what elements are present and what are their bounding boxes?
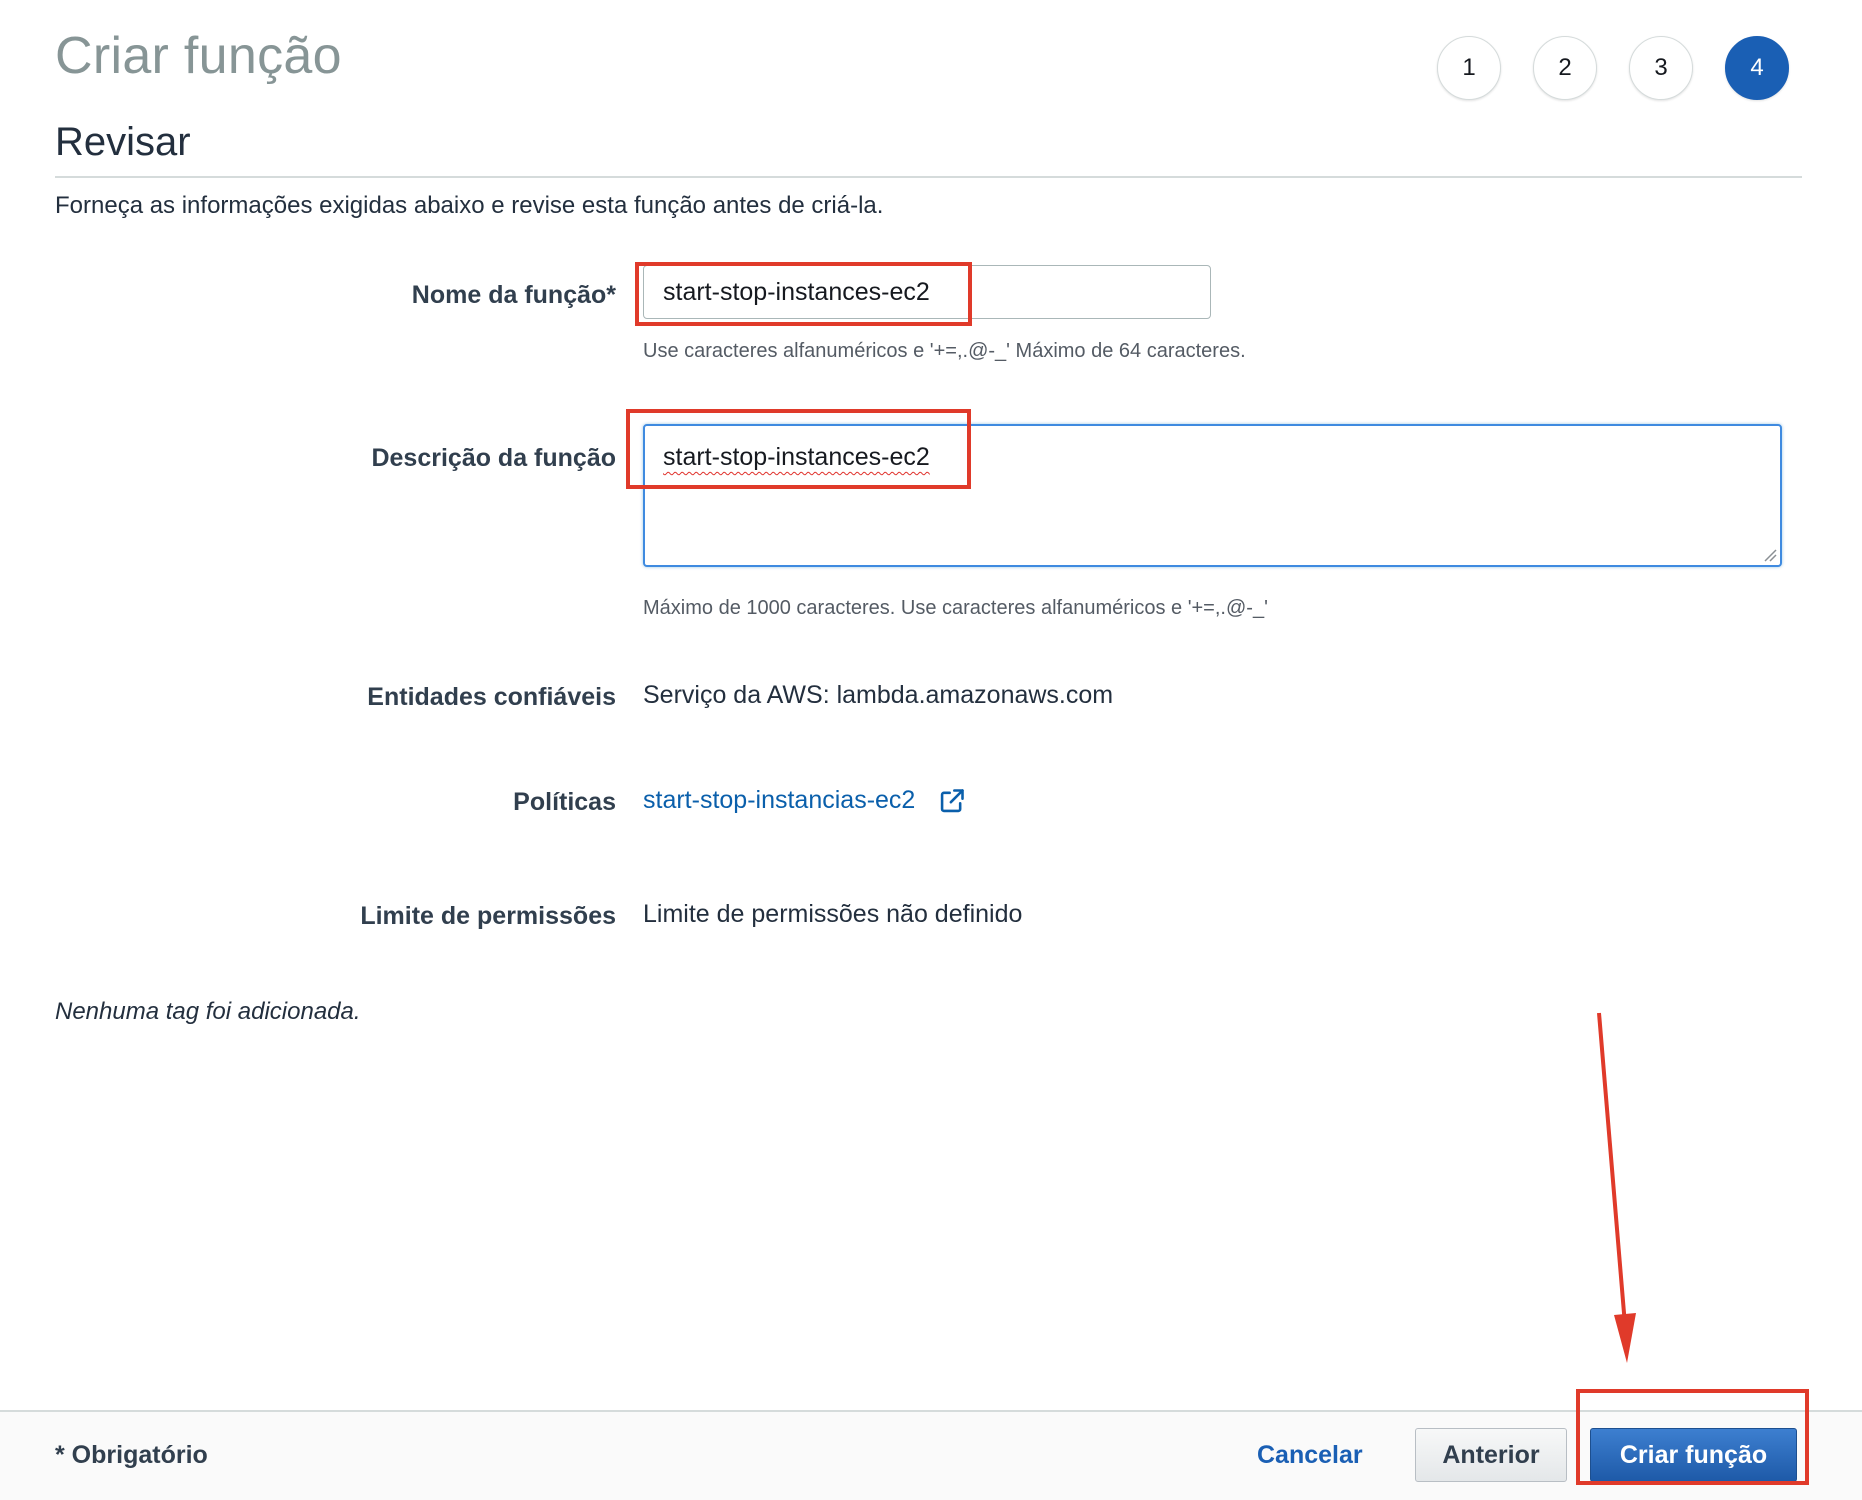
section-title: Revisar	[55, 120, 191, 164]
role-description-textarea[interactable]: start-stop-instances-ec2	[643, 424, 1782, 567]
footer-bar	[0, 1412, 1862, 1500]
step-4[interactable]: 4	[1725, 36, 1789, 100]
policies-label: Políticas	[513, 788, 616, 816]
role-description-hint: Máximo de 1000 caracteres. Use caractere…	[643, 597, 1268, 619]
cancel-button[interactable]: Cancelar	[1257, 1441, 1363, 1470]
trusted-entities-value: Serviço da AWS: lambda.amazonaws.com	[643, 681, 1114, 709]
role-name-label: Nome da função*	[411, 281, 616, 309]
permissions-boundary-label: Limite de permissões	[360, 902, 616, 930]
intro-text: Forneça as informações exigidas abaixo e…	[55, 192, 884, 219]
annotation-arrow	[1597, 1012, 1636, 1363]
role-description-label: Descrição da função	[371, 444, 616, 472]
role-name-hint: Use caracteres alfanuméricos e '+=,.@-_'…	[643, 340, 1246, 362]
step-3[interactable]: 3	[1629, 36, 1693, 100]
external-link-icon[interactable]	[938, 787, 966, 815]
page-title: Criar função	[55, 27, 342, 85]
trusted-entities-label: Entidades confiáveis	[367, 683, 616, 711]
resize-handle-icon[interactable]	[1763, 548, 1777, 562]
role-name-input[interactable]	[643, 265, 1211, 319]
previous-button[interactable]: Anterior	[1415, 1428, 1567, 1482]
policy-link[interactable]: start-stop-instancias-ec2	[643, 786, 915, 815]
permissions-boundary-value: Limite de permissões não definido	[643, 900, 1023, 928]
required-note: * Obrigatório	[55, 1441, 208, 1469]
tags-note: Nenhuma tag foi adicionada.	[55, 998, 361, 1025]
section-divider	[55, 176, 1802, 178]
create-role-button[interactable]: Criar função	[1590, 1428, 1797, 1482]
step-1[interactable]: 1	[1437, 36, 1501, 100]
step-2[interactable]: 2	[1533, 36, 1597, 100]
